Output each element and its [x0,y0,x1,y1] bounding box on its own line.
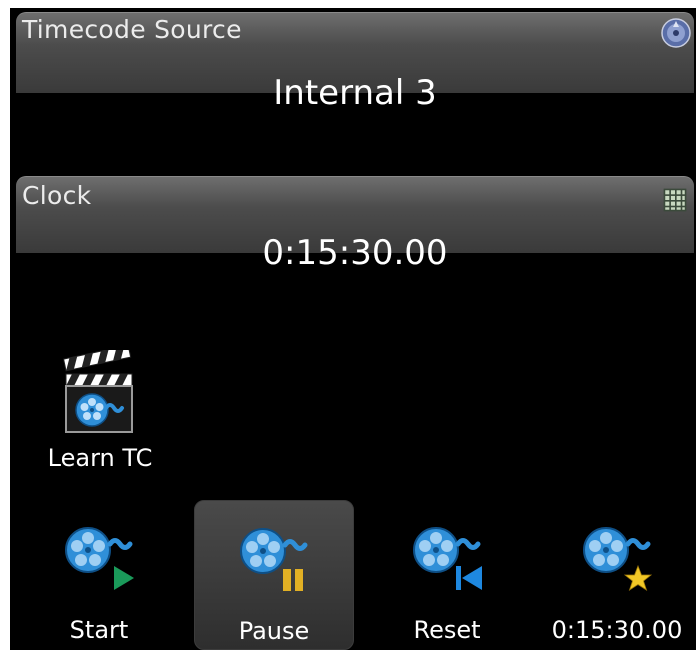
film-reel-pause-icon [240,528,308,591]
clock-panel[interactable]: Clock 0:15:30.00 [16,176,694,273]
film-reel-star-icon [583,527,653,591]
timecode-source-label: Timecode Source [22,15,242,44]
clock-value: 0:15:30.00 [262,233,448,273]
reset-button[interactable]: Reset [368,500,526,648]
timecode-source-value: Internal 3 [273,73,437,113]
preset-time-button[interactable]: 0:15:30.00 [538,500,696,648]
film-reel-play-icon [65,527,134,590]
learn-tc-label: Learn TC [47,444,153,472]
start-button[interactable]: Start [20,500,178,648]
start-label: Start [69,616,129,644]
film-reel-rewind-icon [413,527,482,590]
pause-label: Pause [238,617,310,645]
preset-time-label: 0:15:30.00 [551,616,683,644]
settings-disc-icon[interactable] [660,17,692,49]
keypad-icon[interactable] [662,187,688,213]
timecode-screen: Timecode Source Internal 3 Clock 0:15:30… [10,8,696,650]
timecode-source-panel[interactable]: Timecode Source Internal 3 [16,12,694,113]
clock-label: Clock [22,181,92,210]
reset-label: Reset [413,616,481,644]
learn-tc-button[interactable]: Learn TC [30,350,170,472]
pause-button[interactable]: Pause [194,500,354,650]
clapperboard-film-reel-icon [62,350,133,433]
